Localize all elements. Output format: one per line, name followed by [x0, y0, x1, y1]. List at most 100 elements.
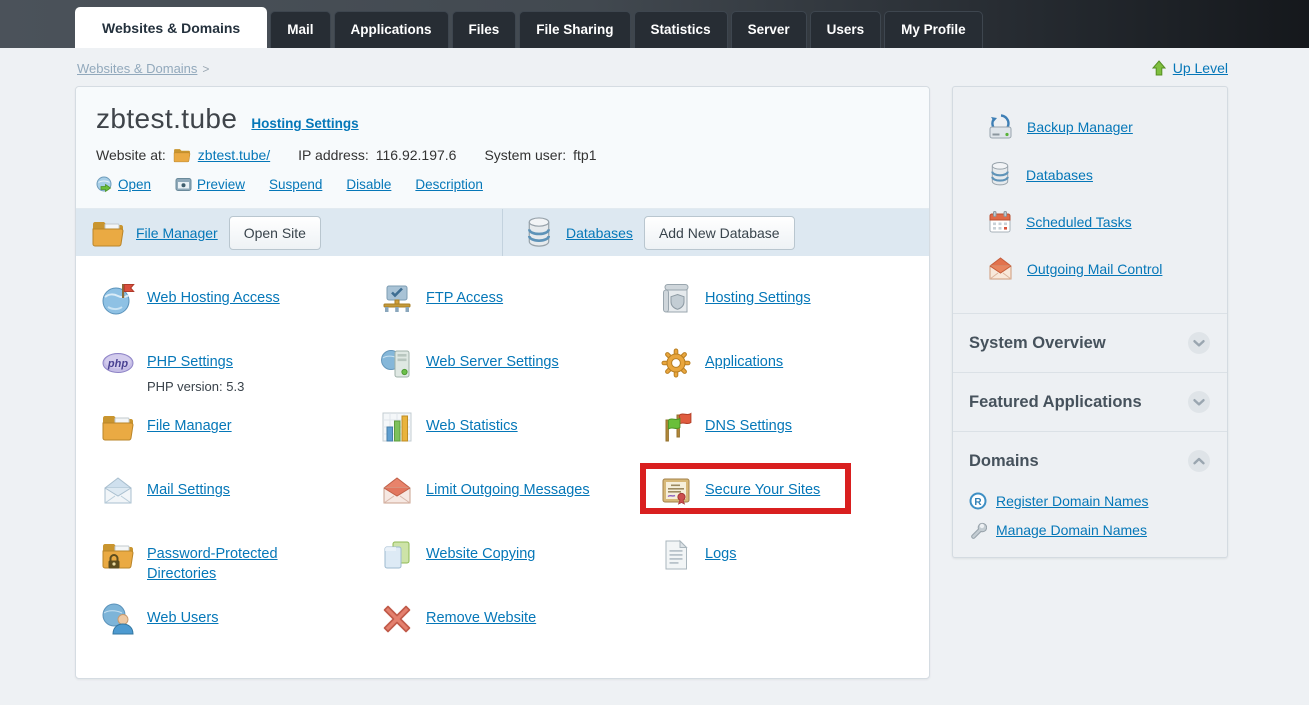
web-statistics-link[interactable]: Web Statistics — [426, 417, 518, 437]
register-domain-names-link[interactable]: Register Domain Names — [996, 493, 1149, 509]
website-path-link[interactable]: zbtest.tube/ — [198, 147, 270, 163]
grid-item-applications[interactable]: Applications — [659, 346, 919, 410]
logs-icon[interactable] — [659, 538, 693, 572]
dns-settings-icon[interactable] — [659, 410, 693, 444]
section-featured-applications[interactable]: Featured Applications — [953, 372, 1227, 431]
register-icon[interactable]: R — [969, 492, 987, 510]
grid-item-file-manager[interactable]: File Manager — [101, 410, 380, 474]
folder-icon[interactable] — [91, 218, 125, 248]
grid-item-secure-your-sites[interactable]: Secure Your Sites — [640, 463, 919, 538]
up-level-link[interactable]: Up Level — [1173, 60, 1228, 76]
grid-item-web-server-settings[interactable]: Web Server Settings — [380, 346, 659, 410]
dns-settings-link[interactable]: DNS Settings — [705, 417, 792, 437]
outgoing-mail-control-link[interactable]: Outgoing Mail Control — [1027, 261, 1162, 277]
section-system-overview[interactable]: System Overview — [953, 313, 1227, 372]
remove-website-icon[interactable] — [380, 602, 414, 636]
logs-link[interactable]: Logs — [705, 545, 736, 565]
web-statistics-icon[interactable] — [380, 410, 414, 444]
section-domains[interactable]: Domains — [953, 431, 1227, 481]
mail-settings-icon[interactable] — [101, 474, 135, 508]
databases-icon[interactable] — [987, 161, 1013, 188]
tab-server[interactable]: Server — [730, 10, 807, 48]
php-icon[interactable]: php — [101, 346, 135, 380]
scheduled-tasks-link[interactable]: Scheduled Tasks — [1026, 214, 1132, 230]
backup-manager-icon[interactable] — [987, 113, 1014, 140]
grid-item-limit-outgoing-messages[interactable]: Limit Outgoing Messages — [380, 474, 659, 538]
sidebar-item-databases[interactable]: Databases — [987, 161, 1213, 188]
chevron-up-icon[interactable] — [1187, 449, 1211, 473]
grid-item-hosting-settings[interactable]: Hosting Settings — [659, 282, 919, 346]
tab-applications[interactable]: Applications — [333, 10, 449, 48]
open-globe-icon[interactable] — [96, 176, 113, 193]
file-manager-link[interactable]: File Manager — [136, 225, 218, 241]
breadcrumb-websites-domains-link[interactable]: Websites & Domains — [77, 61, 197, 76]
tab-statistics[interactable]: Statistics — [633, 10, 728, 48]
website-copying-icon[interactable] — [380, 538, 414, 572]
outgoing-mail-control-icon[interactable] — [987, 256, 1014, 282]
web-server-settings-link[interactable]: Web Server Settings — [426, 353, 559, 373]
manage-domain-names-item[interactable]: Manage Domain Names — [969, 521, 1211, 539]
tab-mail[interactable]: Mail — [270, 10, 331, 48]
tab-file-sharing[interactable]: File Sharing — [519, 10, 631, 48]
grid-item-dns-settings[interactable]: DNS Settings — [659, 410, 919, 474]
php-settings-link[interactable]: PHP Settings — [147, 353, 233, 373]
file-manager-grid-link[interactable]: File Manager — [147, 417, 232, 437]
grid-item-web-hosting-access[interactable]: Web Hosting Access — [101, 282, 380, 346]
register-domain-names-item[interactable]: R Register Domain Names — [969, 492, 1211, 510]
web-hosting-access-link[interactable]: Web Hosting Access — [147, 289, 280, 309]
password-protected-directories-icon[interactable] — [101, 538, 135, 572]
tab-websites-domains[interactable]: Websites & Domains — [75, 7, 268, 48]
databases-link[interactable]: Databases — [566, 225, 633, 241]
chevron-down-icon[interactable] — [1187, 390, 1211, 414]
description-link[interactable]: Description — [415, 177, 483, 192]
add-new-database-button[interactable]: Add New Database — [643, 215, 795, 250]
tab-users[interactable]: Users — [809, 10, 882, 48]
database-icon[interactable] — [523, 216, 555, 250]
limit-outgoing-messages-icon[interactable] — [380, 474, 414, 508]
grid-item-mail-settings[interactable]: Mail Settings — [101, 474, 380, 538]
web-users-link[interactable]: Web Users — [147, 609, 218, 629]
secure-your-sites-link[interactable]: Secure Your Sites — [705, 481, 820, 501]
preview-link[interactable]: Preview — [197, 177, 245, 192]
website-copying-link[interactable]: Website Copying — [426, 545, 535, 565]
tab-files[interactable]: Files — [451, 10, 517, 48]
sidebar-item-outgoing-mail-control[interactable]: Outgoing Mail Control — [987, 256, 1213, 282]
hosting-settings-icon[interactable] — [659, 282, 693, 316]
sidebar-item-backup-manager[interactable]: Backup Manager — [987, 113, 1213, 140]
manage-domain-names-link[interactable]: Manage Domain Names — [996, 522, 1147, 538]
web-server-settings-icon[interactable] — [380, 346, 414, 380]
tab-my-profile[interactable]: My Profile — [884, 10, 983, 48]
up-arrow-icon[interactable] — [1151, 60, 1167, 76]
suspend-link[interactable]: Suspend — [269, 177, 322, 192]
grid-item-website-copying[interactable]: Website Copying — [380, 538, 659, 602]
password-protected-directories-link[interactable]: Password-Protected Directories — [147, 545, 312, 584]
mail-settings-link[interactable]: Mail Settings — [147, 481, 230, 501]
disable-link[interactable]: Disable — [346, 177, 391, 192]
open-site-button[interactable]: Open Site — [228, 215, 321, 250]
remove-website-link[interactable]: Remove Website — [426, 609, 536, 629]
applications-grid-link[interactable]: Applications — [705, 353, 783, 373]
chevron-down-icon[interactable] — [1187, 331, 1211, 355]
file-manager-icon[interactable] — [101, 410, 135, 444]
grid-item-logs[interactable]: Logs — [659, 538, 919, 602]
grid-item-remove-website[interactable]: Remove Website — [380, 602, 659, 666]
applications-icon[interactable] — [659, 346, 693, 380]
limit-outgoing-messages-link[interactable]: Limit Outgoing Messages — [426, 481, 590, 501]
scheduled-tasks-icon[interactable] — [987, 209, 1013, 235]
preview-icon[interactable] — [175, 177, 192, 192]
wrench-icon[interactable] — [969, 521, 987, 539]
backup-manager-link[interactable]: Backup Manager — [1027, 119, 1133, 135]
sidebar-item-scheduled-tasks[interactable]: Scheduled Tasks — [987, 209, 1213, 235]
grid-item-ftp-access[interactable]: FTP Access — [380, 282, 659, 346]
ftp-access-icon[interactable] — [380, 282, 414, 316]
grid-item-password-protected-directories[interactable]: Password-Protected Directories — [101, 538, 380, 602]
web-users-icon[interactable] — [101, 602, 135, 636]
grid-item-web-statistics[interactable]: Web Statistics — [380, 410, 659, 474]
ftp-access-link[interactable]: FTP Access — [426, 289, 503, 309]
hosting-settings-link[interactable]: Hosting Settings — [251, 116, 358, 131]
web-hosting-access-icon[interactable] — [101, 282, 135, 316]
secure-your-sites-icon[interactable] — [659, 474, 693, 508]
databases-sidebar-link[interactable]: Databases — [1026, 167, 1093, 183]
grid-item-web-users[interactable]: Web Users — [101, 602, 380, 666]
grid-item-php-settings[interactable]: php PHP Settings PHP version: 5.3 — [101, 346, 380, 410]
